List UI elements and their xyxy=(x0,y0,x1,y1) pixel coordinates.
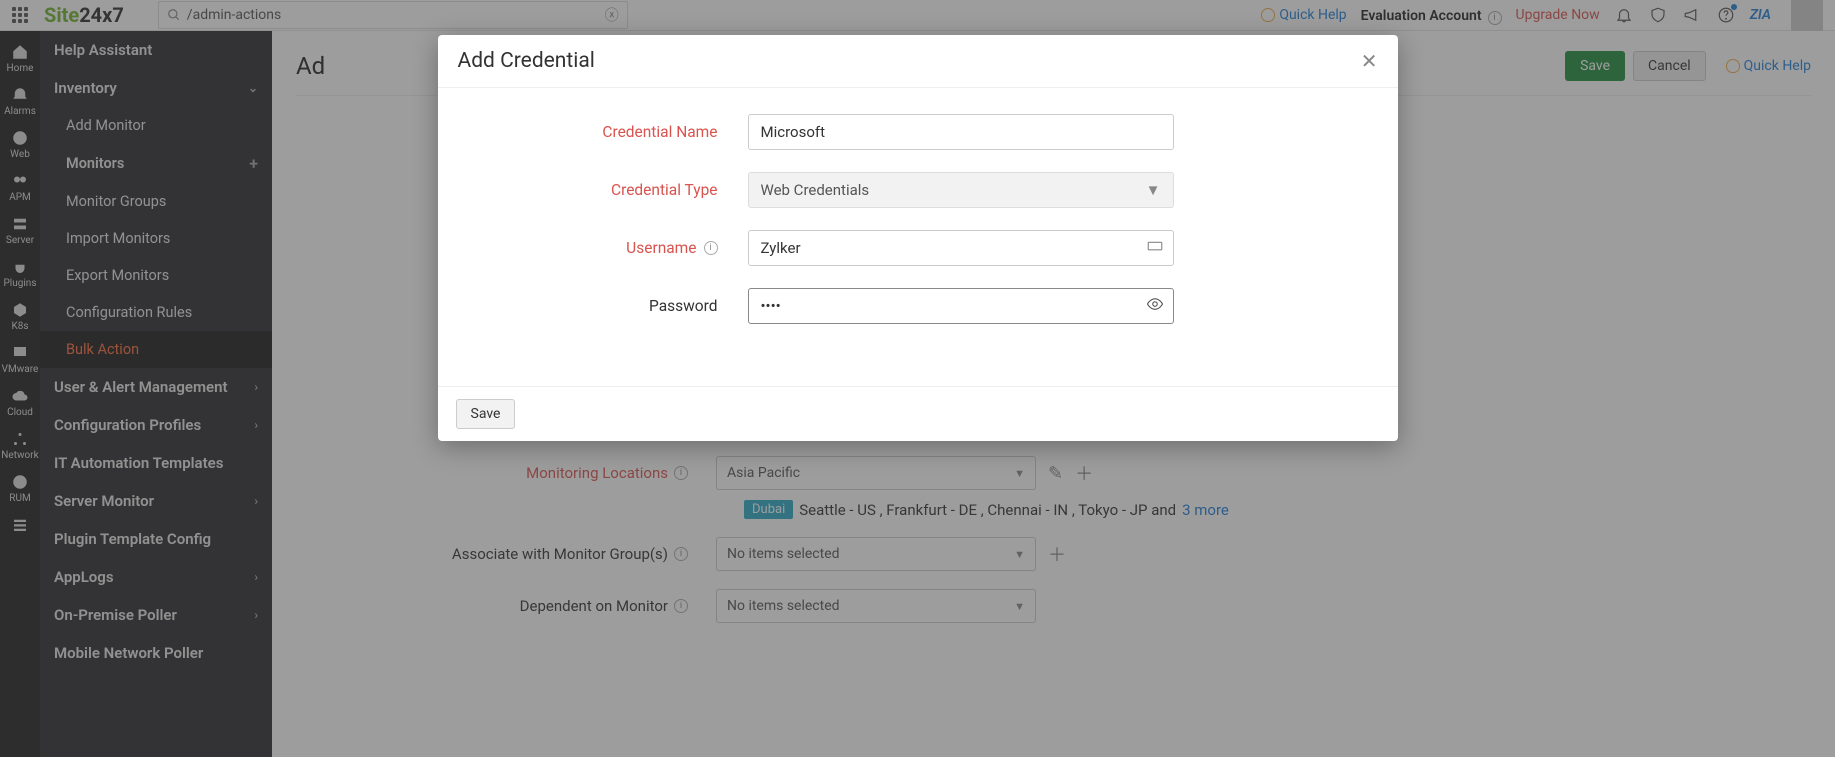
row-credential-name: Credential Name xyxy=(478,114,1358,150)
select-credential-type[interactable]: Web Credentials▼ xyxy=(748,172,1174,208)
eye-icon[interactable] xyxy=(1146,295,1164,317)
modal-header: Add Credential ✕ xyxy=(438,35,1398,88)
caret-down-icon: ▼ xyxy=(1146,181,1161,199)
row-username: Usernamei xyxy=(478,230,1358,266)
row-credential-type: Credential Type Web Credentials▼ xyxy=(478,172,1358,208)
label-credential-name: Credential Name xyxy=(478,123,748,141)
input-password[interactable] xyxy=(748,288,1174,324)
input-credential-name[interactable] xyxy=(748,114,1174,150)
modal-footer: Save xyxy=(438,386,1398,441)
label-password: Password xyxy=(478,297,748,315)
modal-save-button[interactable]: Save xyxy=(456,399,516,429)
row-password: Password xyxy=(478,288,1358,324)
modal-body: Credential Name Credential Type Web Cred… xyxy=(438,88,1398,386)
info-icon[interactable]: i xyxy=(704,241,718,255)
modal-title: Add Credential xyxy=(458,49,595,73)
close-icon[interactable]: ✕ xyxy=(1361,51,1378,71)
add-credential-modal: Add Credential ✕ Credential Name Credent… xyxy=(438,35,1398,441)
label-username: Usernamei xyxy=(478,239,748,257)
input-username[interactable] xyxy=(748,230,1174,266)
keyboard-icon[interactable] xyxy=(1146,237,1164,259)
label-credential-type: Credential Type xyxy=(478,181,748,199)
